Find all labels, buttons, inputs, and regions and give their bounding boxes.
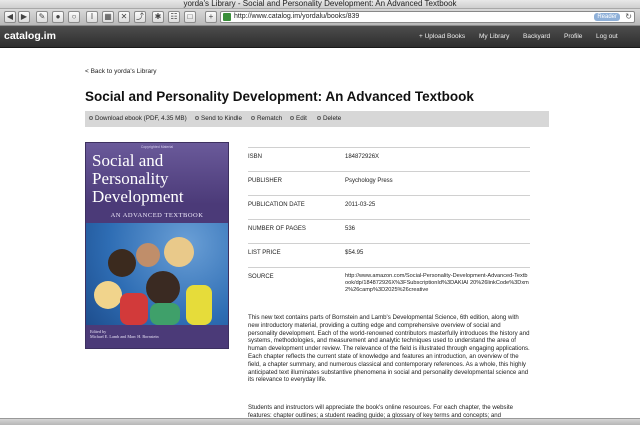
nav-my-library[interactable]: My Library: [479, 33, 509, 40]
shirt-green: [150, 303, 180, 325]
shirt-red: [120, 293, 148, 325]
cover-credits: Edited by Michael E. Lamb and Marc H. Bo…: [90, 329, 159, 339]
nav-upload-books[interactable]: + Upload Books: [419, 33, 465, 40]
reader-button[interactable]: Reader: [594, 13, 620, 21]
nav-backyard[interactable]: Backyard: [523, 33, 550, 40]
download-icon: [89, 116, 93, 121]
delete-icon: [317, 116, 321, 121]
child-head: [146, 271, 180, 305]
forward-arrow-icon[interactable]: ▶: [18, 11, 30, 23]
detail-key: ISBN: [248, 154, 263, 160]
address-bar[interactable]: http://www.catalog.im/yordalu/books/839 …: [220, 11, 635, 23]
rematch-button[interactable]: Rematch: [251, 115, 282, 122]
cover-photo-children: [86, 223, 228, 325]
detail-row-publication-date: PUBLICATION DATE 2011-03-25: [248, 195, 530, 219]
window-title-bar: yorda's Library - Social and Personality…: [0, 0, 640, 9]
stop-icon[interactable]: ●: [52, 11, 64, 23]
site-favicon-icon: [223, 13, 231, 21]
child-head: [108, 249, 136, 277]
share-icon[interactable]: ⤴: [134, 11, 146, 23]
record-icon[interactable]: ○: [68, 11, 80, 23]
book-cover[interactable]: Copyrighted Material Social and Personal…: [85, 142, 229, 349]
rematch-label: Rematch: [257, 115, 283, 122]
cover-title-line: Personality: [92, 169, 169, 188]
page-title: Social and Personality Development: An A…: [85, 89, 474, 104]
cover-title: Social and Personality Development: [92, 152, 224, 206]
detail-row-list-price: LIST PRICE $54.95: [248, 243, 530, 267]
tab-overview-icon[interactable]: □: [184, 11, 196, 23]
detail-key: PUBLICATION DATE: [248, 202, 305, 208]
cover-title-line: Development: [92, 187, 184, 206]
address-url[interactable]: http://www.catalog.im/yordalu/books/839: [234, 12, 359, 22]
browser-toolbar: ◀ ▶ ✎ ● ○ I ▦ ✕ ⤴ ✱ ☷ □ + http://www.cat…: [0, 9, 640, 26]
source-link[interactable]: http://www.amazon.com/Social-Personality…: [345, 273, 530, 295]
edit-icon[interactable]: ✎: [36, 11, 48, 23]
detail-key: SOURCE: [248, 274, 274, 280]
bookmark-icon[interactable]: ☷: [168, 11, 180, 23]
back-arrow-icon[interactable]: ◀: [4, 11, 16, 23]
detail-value: $54.95: [345, 250, 364, 256]
detail-row-isbn: ISBN 184872926X: [248, 147, 530, 171]
site-logo[interactable]: catalog.im: [4, 30, 56, 42]
download-ebook-label: Download ebook (PDF, 4.35 MB): [95, 115, 187, 122]
nav-profile[interactable]: Profile: [564, 33, 582, 40]
edit-pencil-icon: [290, 116, 294, 121]
detail-value: 184872926X: [345, 154, 380, 160]
cover-credits-line: Michael E. Lamb and Marc H. Bornstein: [90, 334, 159, 339]
detail-key: LIST PRICE: [248, 250, 281, 256]
book-actions-bar: Download ebook (PDF, 4.35 MB) Send to Ki…: [85, 111, 549, 127]
window-title: yorda's Library - Social and Personality…: [183, 0, 457, 8]
puzzle-icon[interactable]: ✱: [152, 11, 164, 23]
cover-title-line: Social and: [92, 151, 164, 170]
detail-value: Psychology Press: [345, 178, 393, 184]
detail-value: 536: [345, 226, 356, 232]
cover-top-text: Copyrighted Material: [140, 145, 174, 149]
send-to-kindle-button[interactable]: Send to Kindle: [195, 115, 242, 122]
delete-label: Delete: [323, 115, 342, 122]
delete-button[interactable]: Delete: [317, 115, 341, 122]
detail-key: PUBLISHER: [248, 178, 283, 184]
send-icon: [195, 116, 199, 121]
detail-row-publisher: PUBLISHER Psychology Press: [248, 171, 530, 195]
download-ebook-button[interactable]: Download ebook (PDF, 4.35 MB): [89, 115, 187, 122]
edit-button[interactable]: Edit: [290, 115, 307, 122]
rematch-icon: [251, 116, 255, 121]
book-description: This new text contains parts of Bornstei…: [248, 314, 530, 384]
child-head: [94, 281, 122, 309]
detail-key: NUMBER OF PAGES: [248, 226, 306, 232]
send-to-kindle-label: Send to Kindle: [201, 115, 242, 122]
text-cursor-icon[interactable]: I: [86, 11, 98, 23]
new-tab-icon[interactable]: +: [205, 11, 217, 23]
detail-value: 2011-03-25: [345, 202, 376, 208]
edit-label: Edit: [296, 115, 307, 122]
cover-subtitle: AN ADVANCED TEXTBOOK: [110, 212, 204, 219]
detail-row-number-of-pages: NUMBER OF PAGES 536: [248, 219, 530, 243]
site-nav-bar: catalog.im + Upload Books My Library Bac…: [0, 26, 640, 48]
browser-status-bar: [0, 418, 640, 425]
close-icon[interactable]: ✕: [118, 11, 130, 23]
child-head: [136, 243, 160, 267]
refresh-icon[interactable]: ↻: [625, 12, 632, 22]
grid-icon[interactable]: ▦: [102, 11, 114, 23]
nav-log-out[interactable]: Log out: [596, 33, 618, 40]
shirt-yellow: [186, 285, 212, 325]
back-to-library-link[interactable]: < Back to yorda's Library: [85, 68, 157, 75]
child-head: [164, 237, 194, 267]
detail-row-source: SOURCE http://www.amazon.com/Social-Pers…: [248, 267, 530, 309]
